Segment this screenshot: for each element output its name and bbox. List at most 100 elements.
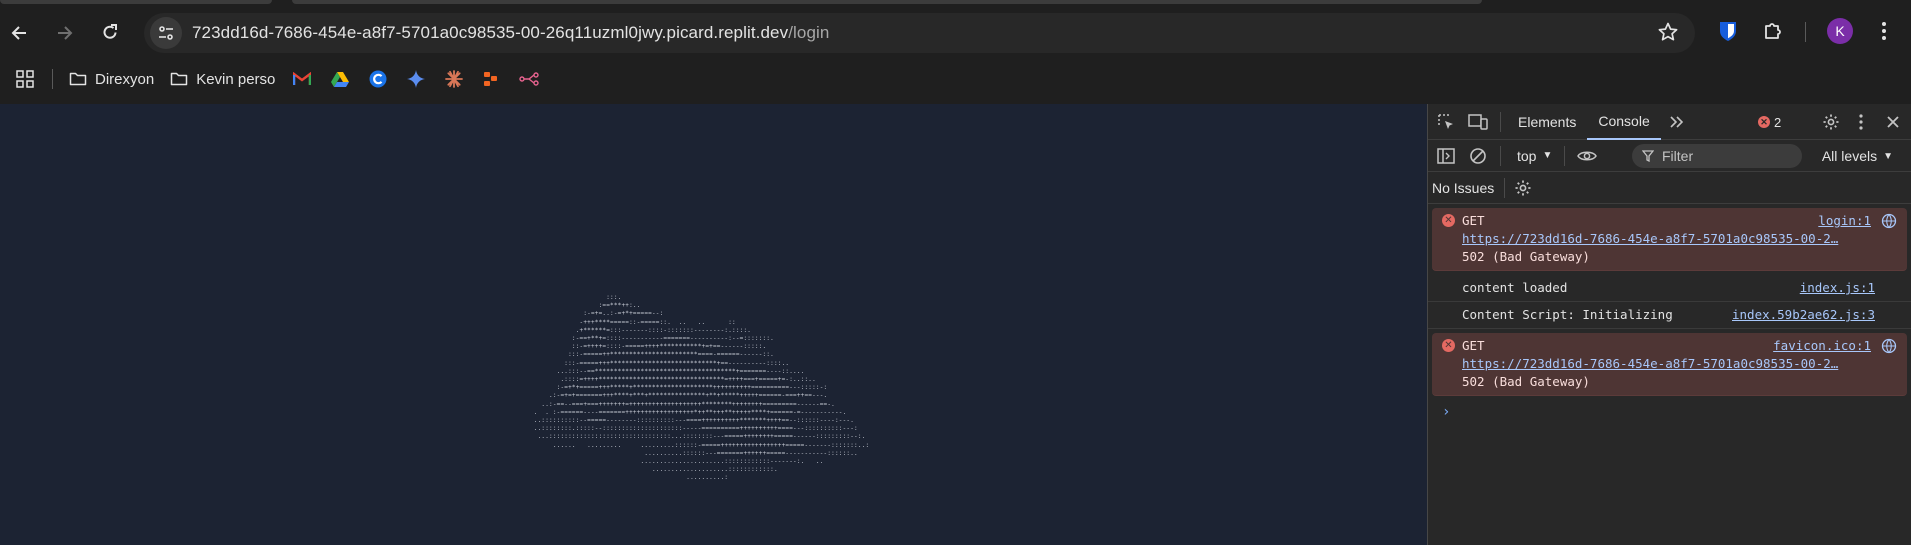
filter-placeholder: Filter bbox=[1662, 148, 1694, 164]
clear-console-button[interactable] bbox=[1462, 138, 1494, 174]
bookmark-c-app[interactable] bbox=[359, 64, 397, 94]
network-globe-icon[interactable] bbox=[1881, 338, 1897, 354]
puzzle-icon bbox=[1765, 23, 1781, 39]
filter-funnel-icon bbox=[1642, 150, 1654, 162]
issues-divider bbox=[1504, 177, 1506, 198]
tab-elements[interactable]: Elements bbox=[1507, 104, 1587, 140]
apps-button[interactable] bbox=[6, 64, 44, 94]
bookmark-gemini[interactable] bbox=[397, 64, 435, 94]
bookmark-star-button[interactable] bbox=[1657, 21, 1679, 48]
bookmark-folder-kevin-perso[interactable]: Kevin perso bbox=[162, 64, 283, 94]
network-globe-icon[interactable] bbox=[1881, 213, 1897, 229]
apps-grid-icon bbox=[16, 70, 34, 88]
console-error-message: ✕ GET https://723dd16d-7686-454e-a8f7-57… bbox=[1432, 333, 1907, 396]
dropdown-triangle-icon: ▼ bbox=[1883, 150, 1893, 162]
gear-icon bbox=[1515, 180, 1531, 195]
url-text[interactable]: 723dd16d-7686-454e-a8f7-5701a0c98535-00-… bbox=[192, 23, 829, 43]
bookmark-google-drive[interactable] bbox=[321, 64, 359, 94]
more-tabs-button[interactable] bbox=[1661, 104, 1693, 140]
devtools-settings-button[interactable] bbox=[1816, 104, 1846, 140]
folder-icon bbox=[69, 72, 87, 86]
claude-burst-icon bbox=[445, 70, 464, 88]
tabbar-divider bbox=[1500, 111, 1501, 132]
filter-divider bbox=[1500, 145, 1501, 166]
device-toolbar-button[interactable] bbox=[1462, 104, 1494, 140]
context-selector[interactable]: top ▼ bbox=[1517, 148, 1552, 164]
folder-icon bbox=[170, 72, 188, 86]
bookmark-flow-app[interactable] bbox=[509, 64, 549, 94]
google-drive-icon bbox=[331, 72, 350, 87]
console-messages: ✕ GET https://723dd16d-7686-454e-a8f7-57… bbox=[1428, 208, 1911, 420]
eye-icon bbox=[1577, 151, 1598, 160]
chrome-menu-button[interactable] bbox=[1866, 13, 1902, 49]
devtools-menu-button[interactable] bbox=[1846, 104, 1876, 140]
extensions-button[interactable] bbox=[1755, 13, 1791, 49]
show-sidebar-button[interactable] bbox=[1430, 138, 1462, 174]
dropdown-triangle-icon: ▼ bbox=[1542, 150, 1553, 161]
bitwarden-shield-icon bbox=[1720, 22, 1736, 41]
bookmark-gmail[interactable] bbox=[283, 64, 321, 94]
bookmark-orange-app[interactable] bbox=[473, 64, 509, 94]
request-url-link[interactable]: https://723dd16d-7686-454e-a8f7-5701a0c9… bbox=[1462, 230, 1874, 248]
error-x-icon: ✕ bbox=[1442, 214, 1455, 227]
star-icon bbox=[1658, 22, 1678, 41]
console-error-message: ✕ GET https://723dd16d-7686-454e-a8f7-57… bbox=[1432, 208, 1907, 271]
double-chevron-right-icon bbox=[1670, 115, 1683, 128]
inspect-cursor-icon bbox=[1438, 113, 1453, 129]
site-info-button[interactable] bbox=[150, 17, 182, 49]
bitwarden-extension-button[interactable] bbox=[1710, 13, 1746, 49]
close-icon bbox=[1887, 116, 1899, 128]
bookmark-folder-direxyon[interactable]: Direxyon bbox=[61, 64, 162, 94]
error-counter[interactable]: ✕ 2 bbox=[1758, 104, 1781, 140]
error-x-icon: ✕ bbox=[1442, 339, 1455, 352]
browser-toolbar: 723dd16d-7686-454e-a8f7-5701a0c98535-00-… bbox=[0, 10, 1911, 56]
error-circle-icon: ✕ bbox=[1758, 116, 1770, 128]
tab-console[interactable]: Console bbox=[1587, 104, 1661, 140]
console-filter-input[interactable]: Filter bbox=[1632, 144, 1802, 168]
request-method: GET bbox=[1462, 213, 1485, 228]
back-button[interactable] bbox=[2, 15, 38, 51]
source-link[interactable]: favicon.ico:1 bbox=[1773, 337, 1871, 355]
levels-value: All levels bbox=[1821, 148, 1878, 164]
sidebar-icon bbox=[1437, 147, 1455, 164]
address-bar[interactable]: 723dd16d-7686-454e-a8f7-5701a0c98535-00-… bbox=[144, 13, 1695, 53]
url-path: /login bbox=[788, 23, 830, 42]
kebab-menu-icon bbox=[1882, 22, 1886, 40]
filter-divider bbox=[1564, 145, 1566, 166]
forward-button[interactable] bbox=[46, 15, 82, 51]
context-value: top bbox=[1517, 147, 1537, 164]
inspect-element-button[interactable] bbox=[1430, 104, 1462, 140]
source-link[interactable]: login:1 bbox=[1818, 212, 1871, 230]
source-link[interactable]: index.js:1 bbox=[1800, 279, 1875, 297]
reload-button[interactable] bbox=[92, 15, 128, 51]
log-levels-dropdown[interactable]: All levels ▼ bbox=[1822, 140, 1893, 172]
gemini-sparkle-icon bbox=[407, 70, 426, 88]
block-icon bbox=[1470, 147, 1486, 164]
flow-nodes-icon bbox=[519, 72, 540, 86]
profile-button[interactable]: K bbox=[1822, 13, 1858, 49]
bookmark-label: Kevin perso bbox=[196, 70, 276, 88]
issues-label[interactable]: No Issues bbox=[1432, 180, 1494, 196]
console-prompt[interactable]: › bbox=[1428, 396, 1911, 420]
tune-icon bbox=[159, 26, 173, 40]
devtools-panel: Elements Console ✕ 2 top ▼ Filter All le… bbox=[1427, 104, 1911, 545]
source-link[interactable]: index.59b2ae62.js:3 bbox=[1732, 306, 1875, 324]
live-expression-button[interactable] bbox=[1571, 138, 1603, 174]
page-viewport: :::. :==***++:.. :-=+=..:-=+*+=====--: -… bbox=[0, 104, 1427, 545]
log-text: content loaded bbox=[1462, 280, 1568, 295]
bookmark-claude[interactable] bbox=[435, 64, 473, 94]
console-settings-button[interactable] bbox=[1511, 170, 1535, 206]
gmail-icon bbox=[293, 72, 312, 85]
tab-edge-active bbox=[292, 0, 1482, 4]
bookmark-label: Direxyon bbox=[95, 70, 155, 88]
orange-blocks-icon bbox=[484, 72, 498, 86]
request-url-link[interactable]: https://723dd16d-7686-454e-a8f7-5701a0c9… bbox=[1462, 355, 1874, 373]
log-text: Content Script: Initializing bbox=[1462, 307, 1673, 322]
bookmarks-bar: Direxyon Kevin perso bbox=[0, 60, 1911, 98]
forward-arrow-icon bbox=[58, 26, 73, 40]
devtools-tabbar: Elements Console ✕ 2 bbox=[1428, 104, 1911, 140]
tab-strip bbox=[0, 0, 1911, 6]
gear-icon bbox=[1823, 114, 1839, 130]
toolbar-divider bbox=[1805, 22, 1806, 42]
close-devtools-button[interactable] bbox=[1878, 104, 1908, 140]
